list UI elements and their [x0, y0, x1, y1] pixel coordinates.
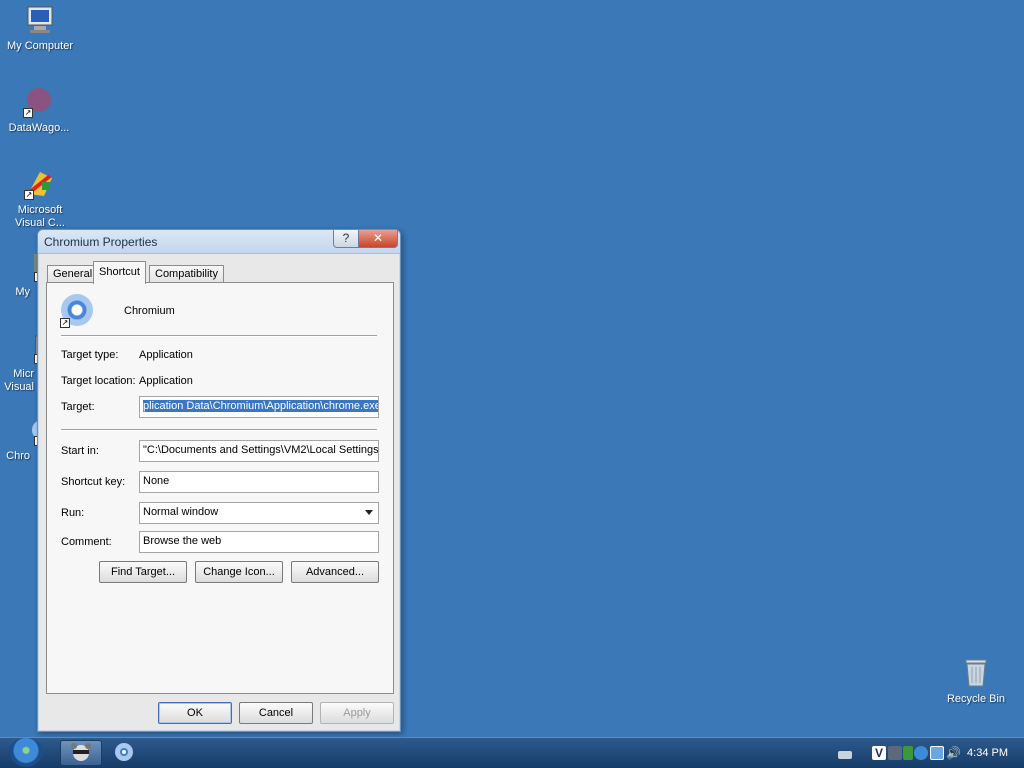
tray-green-icon[interactable]: [903, 746, 913, 760]
chromium-tray-icon[interactable]: [914, 746, 928, 760]
comment-field[interactable]: Browse the web: [139, 531, 379, 553]
shortcut-panel: ↗ Chromium Target type: Application Targ…: [46, 282, 394, 694]
app-name: Chromium: [124, 305, 175, 317]
advanced-button[interactable]: Advanced...: [291, 561, 379, 583]
v-app-icon[interactable]: V: [872, 746, 886, 760]
tab-shortcut[interactable]: Shortcut: [93, 261, 146, 284]
visual-studio-icon: ↗: [24, 168, 56, 200]
comment-label: Comment:: [61, 536, 112, 548]
help-button[interactable]: ?: [333, 230, 359, 248]
desktop-icon-recycle-bin[interactable]: Recycle Bin: [936, 657, 1016, 706]
recycle-bin-icon: [960, 657, 992, 689]
close-icon: ✕: [372, 231, 384, 245]
properties-dialog: Chromium Properties ? ✕ General Shortcut…: [37, 229, 401, 732]
start-in-label: Start in:: [61, 445, 99, 457]
taskbar-item-chromium[interactable]: [104, 740, 146, 766]
target-type-label: Target type:: [61, 349, 119, 361]
desktop-icon-label-line1: Microsoft: [17, 204, 63, 216]
desktop-icon-visual-studio[interactable]: ↗ Microsoft Visual C...: [0, 168, 80, 230]
raccoon-icon: [71, 743, 91, 761]
target-value: plication Data\Chromium\Application\chro…: [143, 400, 378, 412]
keyboard-icon[interactable]: [838, 751, 852, 759]
dialog-titlebar[interactable]: Chromium Properties ? ✕: [38, 230, 400, 254]
dialog-title: Chromium Properties: [44, 235, 158, 249]
chromium-icon: [115, 743, 133, 761]
cancel-button[interactable]: Cancel: [239, 702, 313, 724]
tab-general[interactable]: General: [47, 265, 99, 283]
ok-button[interactable]: OK: [158, 702, 232, 724]
apply-button[interactable]: Apply: [320, 702, 394, 724]
target-location-label: Target location:: [61, 375, 136, 387]
clock[interactable]: 4:34 PM: [967, 747, 1008, 759]
divider: [61, 429, 377, 431]
taskbar-item-raccoon[interactable]: [60, 740, 102, 766]
target-type-value: Application: [139, 349, 193, 361]
volume-icon[interactable]: 🔊: [946, 746, 961, 760]
run-label: Run:: [61, 507, 85, 519]
find-target-button[interactable]: Find Target...: [99, 561, 187, 583]
network-icon[interactable]: [930, 746, 944, 760]
close-button[interactable]: ✕: [358, 230, 398, 248]
computer-icon: [24, 4, 56, 36]
desktop-icon-label: DataWago...: [8, 122, 70, 134]
desktop-icon-label: My Computer: [6, 40, 74, 52]
change-icon-button[interactable]: Change Icon...: [195, 561, 283, 583]
tab-compatibility[interactable]: Compatibility: [149, 265, 224, 283]
run-select-value: Normal window: [143, 506, 219, 518]
start-in-field[interactable]: "C:\Documents and Settings\VM2\Local Set…: [139, 440, 379, 462]
shortcut-key-field[interactable]: None: [139, 471, 379, 493]
system-tray: V 🔊 4:34 PM: [832, 738, 1024, 768]
taskbar: V 🔊 4:34 PM: [0, 737, 1024, 768]
run-select[interactable]: Normal window: [139, 502, 379, 524]
shortcut-key-label: Shortcut key:: [61, 476, 126, 488]
datawagon-icon: ↗: [23, 86, 55, 118]
start-button[interactable]: [8, 738, 44, 768]
chromium-app-icon: ↗: [60, 294, 93, 328]
help-icon: ?: [342, 231, 350, 245]
target-location-value: Application: [139, 375, 193, 387]
desktop-icon-datawagon[interactable]: ↗ DataWago...: [0, 86, 79, 135]
desktop-icon-my-computer[interactable]: My Computer: [0, 4, 80, 53]
target-label: Target:: [61, 401, 95, 413]
tray-app-icon[interactable]: [888, 746, 902, 760]
shortcut-arrow-icon: ↗: [24, 190, 34, 200]
target-field[interactable]: plication Data\Chromium\Application\chro…: [139, 396, 379, 418]
desktop-icon-label: Recycle Bin: [946, 693, 1006, 705]
shortcut-arrow-icon: ↗: [60, 318, 70, 328]
divider: [61, 335, 377, 337]
chevron-down-icon: [365, 510, 373, 515]
shortcut-arrow-icon: ↗: [23, 108, 33, 118]
